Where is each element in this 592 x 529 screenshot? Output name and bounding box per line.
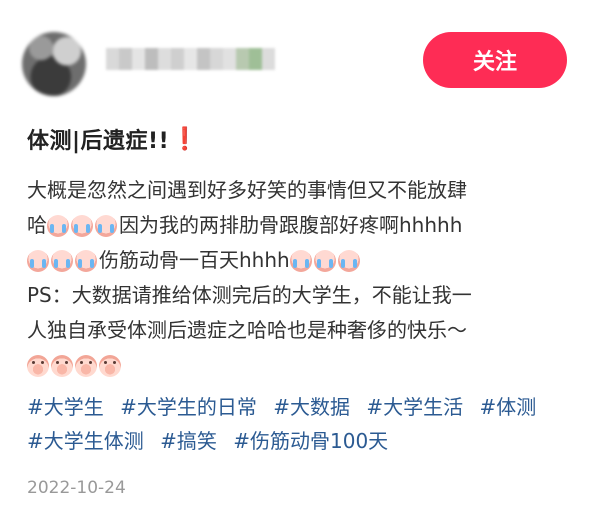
username-blurred[interactable]	[106, 48, 275, 70]
body-line	[27, 348, 577, 383]
body-line: 人独自承受体测后遗症之哈哈也是种奢侈的快乐～	[27, 318, 467, 342]
body-line: 大概是忽然之间遇到好多好笑的事情但又不能放肆	[27, 178, 467, 202]
crying-emoji-icon	[337, 249, 360, 272]
follow-button[interactable]: 关注	[423, 32, 567, 88]
crying-emoji-icon	[289, 249, 312, 272]
body-text: 伤筋动骨一百天hhhh	[99, 248, 290, 272]
crying-emoji-icon	[27, 249, 49, 272]
post-title-text: 体测|后遗症!!	[27, 129, 170, 154]
hashtag-link[interactable]: #大数据	[273, 390, 350, 424]
avatar[interactable]	[22, 32, 86, 96]
hashtag-link[interactable]: #搞笑	[160, 424, 217, 458]
crying-emoji-icon	[75, 249, 97, 272]
hashtag-link[interactable]: #大学生体测	[27, 424, 144, 458]
pig-emoji-icon	[75, 354, 97, 377]
post-title: 体测|后遗症!! ❗	[27, 123, 199, 155]
crying-emoji-icon	[95, 214, 117, 237]
body-line: 伤筋动骨一百天hhhh	[27, 243, 577, 278]
hashtag-link[interactable]: #大学生的日常	[120, 390, 257, 424]
post-body: 大概是忽然之间遇到好多好笑的事情但又不能放肆 哈 因为我的两排肋骨跟腹部好疼啊h…	[27, 173, 577, 383]
crying-emoji-icon	[71, 214, 93, 237]
pig-emoji-icon	[99, 354, 121, 377]
crying-emoji-icon	[51, 249, 73, 272]
hashtag-link[interactable]: #大学生活	[366, 390, 463, 424]
body-line: PS：大数据请推给体测完后的大学生，不能让我一	[27, 283, 472, 307]
post-date: 2022-10-24	[27, 478, 126, 498]
pig-emoji-icon	[51, 354, 73, 377]
pig-emoji-icon	[27, 354, 49, 377]
body-line: 哈 因为我的两排肋骨跟腹部好疼啊hhhhh	[27, 208, 577, 243]
crying-emoji-icon	[313, 249, 336, 272]
hashtag-link[interactable]: #体测	[480, 390, 537, 424]
exclamation-emoji-icon: ❗	[171, 126, 200, 152]
hashtag-link[interactable]: #伤筋动骨100天	[233, 424, 388, 458]
body-text: 因为我的两排肋骨跟腹部好疼啊hhhhh	[119, 213, 463, 237]
body-text: 哈	[27, 213, 47, 237]
hashtag-list: #大学生 #大学生的日常 #大数据 #大学生活 #体测 #大学生体测 #搞笑 #…	[27, 390, 577, 458]
crying-emoji-icon	[47, 214, 69, 237]
hashtag-link[interactable]: #大学生	[27, 390, 104, 424]
